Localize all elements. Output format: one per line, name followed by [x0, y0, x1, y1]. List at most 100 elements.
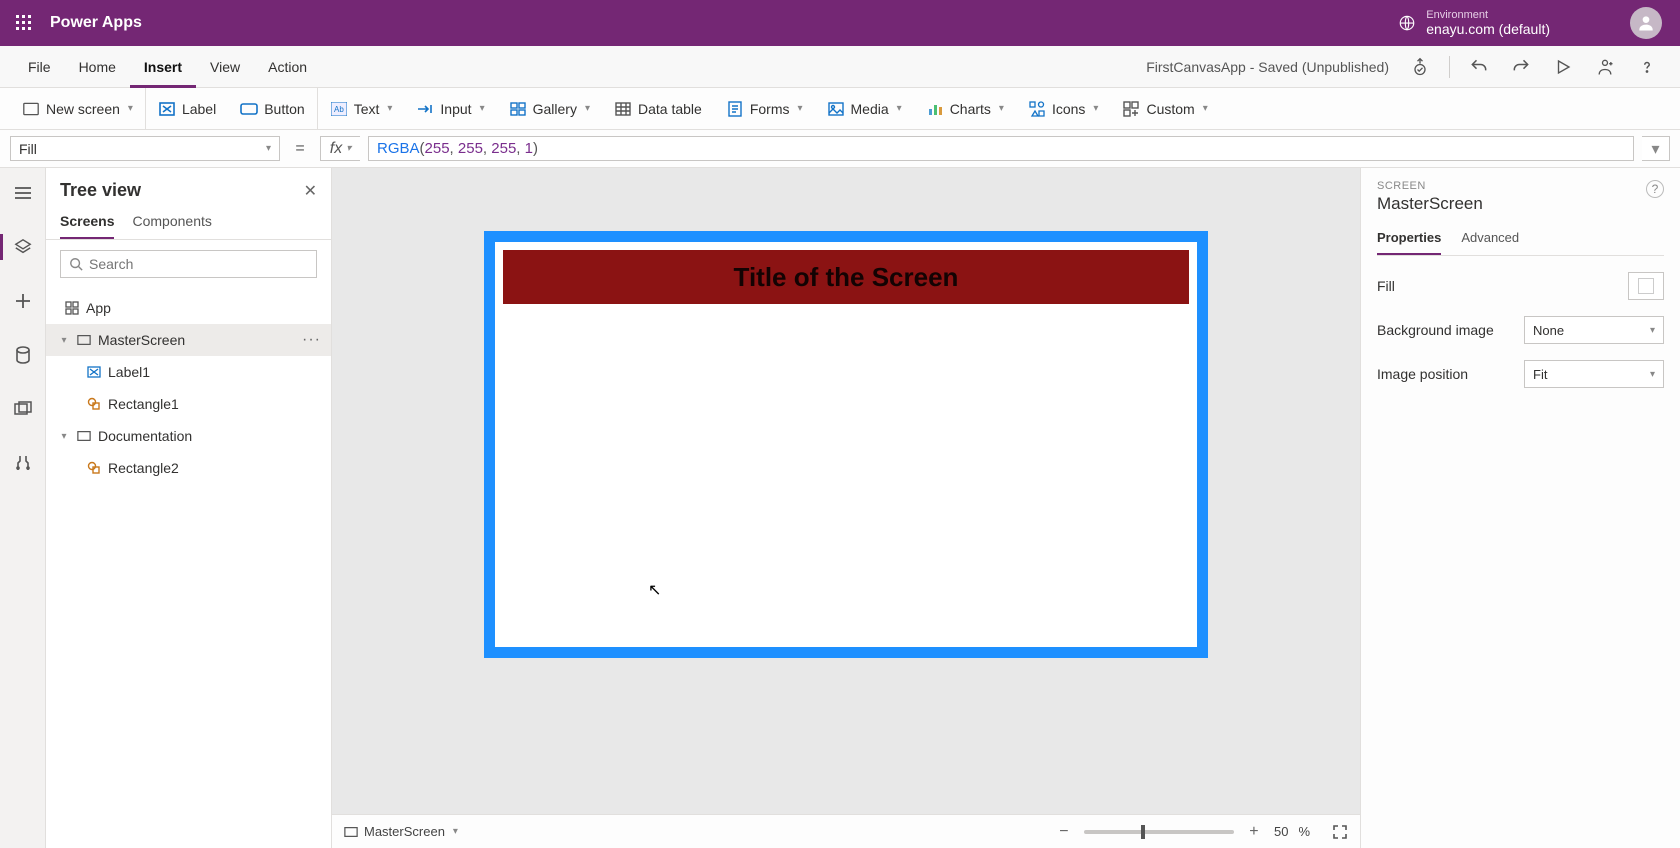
avatar[interactable]: [1630, 7, 1662, 39]
undo-icon[interactable]: [1460, 48, 1498, 86]
equals-label: =: [288, 136, 312, 161]
menu-view[interactable]: View: [196, 46, 254, 88]
app-checker-icon[interactable]: [1401, 48, 1439, 86]
screen-icon: [22, 100, 40, 118]
share-icon[interactable]: [1586, 48, 1624, 86]
props-name: MasterScreen: [1377, 194, 1483, 214]
tree-label1-node[interactable]: Label1: [46, 356, 331, 388]
label-icon: [158, 100, 176, 118]
tree-masterscreen-node[interactable]: ▾ MasterScreen ···: [46, 324, 331, 356]
tree-panel: Tree view ✕ Screens Components App ▾ Mas…: [46, 168, 332, 848]
tree-title: Tree view: [60, 180, 141, 201]
environment-picker[interactable]: Environment enayu.com (default): [1398, 9, 1550, 38]
menubar: File Home Insert View Action FirstCanvas…: [0, 46, 1680, 88]
formula-expand-icon[interactable]: ▾: [1642, 136, 1670, 161]
screen-icon: [344, 826, 358, 838]
chevron-down-icon: ▾: [453, 826, 458, 837]
tab-properties[interactable]: Properties: [1377, 226, 1441, 255]
new-screen-label: New screen: [46, 101, 120, 117]
tab-components[interactable]: Components: [132, 207, 211, 239]
rail-data-icon[interactable]: [8, 340, 38, 370]
close-icon[interactable]: ✕: [304, 181, 317, 201]
menu-action[interactable]: Action: [254, 46, 321, 88]
canvas-stage[interactable]: Title of the Screen: [332, 168, 1360, 814]
text-dropdown[interactable]: Ab Text▾: [318, 88, 405, 130]
rail-insert-icon[interactable]: [8, 286, 38, 316]
tab-advanced[interactable]: Advanced: [1461, 226, 1519, 255]
screen-frame[interactable]: Title of the Screen: [485, 232, 1207, 657]
tree-rect2-node[interactable]: Rectangle2: [46, 452, 331, 484]
rail-hamburger-icon[interactable]: [8, 178, 38, 208]
cursor-icon: ↖: [648, 580, 661, 600]
label-icon: [86, 364, 102, 380]
label-button[interactable]: Label: [146, 88, 228, 130]
rail-tree-icon[interactable]: [8, 232, 38, 262]
app-title: Power Apps: [50, 14, 142, 32]
zoom-unit: %: [1298, 824, 1310, 839]
screen-icon: [76, 428, 92, 444]
zoom-slider[interactable]: [1084, 830, 1234, 834]
bgimage-dropdown[interactable]: None▾: [1524, 316, 1664, 344]
tree-documentation-node[interactable]: ▾ Documentation: [46, 420, 331, 452]
main-area: Tree view ✕ Screens Components App ▾ Mas…: [0, 168, 1680, 848]
chevron-down-icon[interactable]: ▾: [58, 335, 70, 346]
environment-name: enayu.com (default): [1426, 21, 1550, 37]
table-icon: [614, 100, 632, 118]
tree-rect1-node[interactable]: Rectangle1: [46, 388, 331, 420]
charts-dropdown[interactable]: Charts▾: [914, 88, 1016, 130]
input-dropdown[interactable]: Input▾: [404, 88, 496, 130]
rail-tools-icon[interactable]: [8, 448, 38, 478]
icons-dropdown[interactable]: Icons▾: [1016, 88, 1111, 130]
fill-color-picker[interactable]: [1628, 272, 1664, 300]
document-title: FirstCanvasApp - Saved (Unpublished): [1146, 59, 1389, 75]
button-button[interactable]: Button: [228, 88, 317, 130]
menu-insert[interactable]: Insert: [130, 46, 196, 88]
new-screen-button[interactable]: New screen▾: [10, 88, 146, 130]
left-rail: [0, 168, 46, 848]
gallery-dropdown[interactable]: Gallery▾: [497, 88, 602, 130]
more-icon[interactable]: ···: [302, 331, 321, 349]
text-icon: Ab: [330, 100, 348, 118]
gallery-icon: [509, 100, 527, 118]
menu-file[interactable]: File: [14, 46, 65, 88]
app-header: Power Apps Environment enayu.com (defaul…: [0, 0, 1680, 46]
formula-input[interactable]: RGBA(255, 255, 255, 1): [368, 136, 1634, 161]
property-selector[interactable]: Fill▾: [10, 136, 280, 161]
forms-dropdown[interactable]: Forms▾: [714, 88, 815, 130]
screen-title-text: Title of the Screen: [734, 262, 959, 293]
tab-screens[interactable]: Screens: [60, 207, 114, 239]
rail-media-icon[interactable]: [8, 394, 38, 424]
search-input[interactable]: [60, 250, 317, 278]
waffle-icon[interactable]: [10, 9, 38, 37]
chevron-down-icon[interactable]: ▾: [58, 431, 70, 442]
search-field[interactable]: [89, 256, 308, 272]
icons-icon: [1028, 100, 1046, 118]
datatable-button[interactable]: Data table: [602, 88, 714, 130]
status-screen-selector[interactable]: MasterScreen ▾: [344, 824, 458, 839]
menu-home[interactable]: Home: [65, 46, 130, 88]
props-kicker: SCREEN: [1377, 180, 1483, 192]
custom-icon: [1122, 100, 1140, 118]
prop-imgpos-label: Image position: [1377, 366, 1468, 382]
screen-banner[interactable]: Title of the Screen: [503, 250, 1189, 304]
zoom-out-button[interactable]: −: [1054, 823, 1074, 841]
info-icon[interactable]: ?: [1646, 180, 1664, 198]
prop-fill-label: Fill: [1377, 278, 1395, 294]
zoom-in-button[interactable]: +: [1244, 823, 1264, 841]
media-icon: [827, 100, 845, 118]
tree-app-node[interactable]: App: [46, 292, 331, 324]
fit-to-window-icon[interactable]: [1332, 824, 1348, 840]
environment-label: Environment: [1426, 9, 1550, 22]
fx-button[interactable]: fx▾: [320, 136, 360, 161]
media-dropdown[interactable]: Media▾: [815, 88, 914, 130]
charts-icon: [926, 100, 944, 118]
imgpos-dropdown[interactable]: Fit▾: [1524, 360, 1664, 388]
play-icon[interactable]: [1544, 48, 1582, 86]
formula-bar: Fill▾ = fx▾ RGBA(255, 255, 255, 1) ▾: [0, 130, 1680, 168]
forms-icon: [726, 100, 744, 118]
help-icon[interactable]: [1628, 48, 1666, 86]
custom-dropdown[interactable]: Custom▾: [1110, 88, 1219, 130]
shape-icon: [86, 460, 102, 476]
redo-icon[interactable]: [1502, 48, 1540, 86]
ribbon: New screen▾ Label Button Ab Text▾ Input▾…: [0, 88, 1680, 130]
